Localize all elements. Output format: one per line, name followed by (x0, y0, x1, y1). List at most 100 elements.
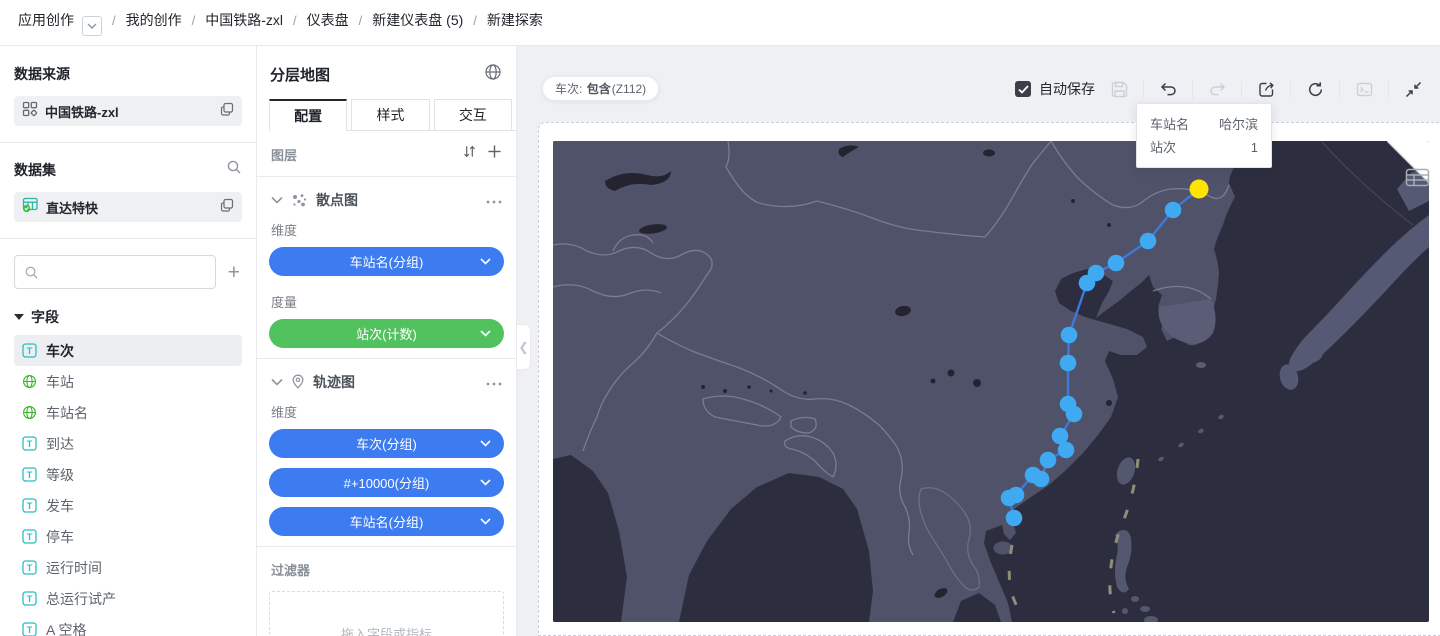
field-item-车站[interactable]: 车站 (14, 366, 242, 397)
field-label: 发车 (46, 496, 74, 516)
dataset-title: 数据集 (14, 160, 56, 180)
autosave-checkbox[interactable] (1015, 81, 1031, 97)
copy-icon[interactable] (220, 198, 234, 217)
field-item-车次[interactable]: T车次 (14, 335, 242, 366)
view-data-icon[interactable] (1405, 168, 1430, 192)
measure-label: 度量 (257, 286, 516, 319)
station-point[interactable] (1061, 327, 1078, 344)
field-search-input[interactable] (14, 255, 216, 289)
field-item-发车[interactable]: T 发车 (14, 490, 242, 521)
tab-config[interactable]: 配置 (269, 99, 347, 131)
filter-drop-zone[interactable]: 拖入字段或指标 (269, 591, 504, 636)
share-button[interactable] (1255, 78, 1277, 100)
datasource-item[interactable]: 中国铁路-zxl (14, 96, 242, 126)
station-point[interactable] (1033, 471, 1050, 488)
filter-chip[interactable]: 车次: 包含(Z112) (542, 76, 659, 101)
field-label: 运行时间 (46, 558, 102, 578)
dataset-item[interactable]: 直达特快 (14, 192, 242, 222)
station-point[interactable] (1006, 510, 1023, 527)
svg-text:T: T (27, 501, 33, 511)
toolbar-separator (1143, 81, 1144, 98)
layer-scatter-header[interactable]: 散点图 (257, 177, 516, 219)
station-point[interactable] (1140, 233, 1157, 250)
breadcrumb-item[interactable]: 我的创作 (126, 12, 182, 28)
field-item-等级[interactable]: T等级 (14, 459, 242, 490)
field-item-停车[interactable]: T停车 (14, 521, 242, 552)
collapse-triangle-icon[interactable] (14, 314, 24, 320)
toolbar-separator (1388, 81, 1389, 98)
undo-button[interactable] (1157, 78, 1179, 100)
chevron-down-icon (480, 479, 491, 486)
add-field-button[interactable]: + (226, 262, 242, 283)
text-field-icon: T (22, 529, 37, 544)
breadcrumb-separator: / (473, 13, 477, 28)
field-item-到达[interactable]: T到达 (14, 428, 242, 459)
chart-config-panel: 分层地图 配置 样式 交互 图层 散点图 (257, 46, 517, 636)
redo-button[interactable] (1206, 78, 1228, 100)
tooltip-value: 哈尔滨 (1219, 113, 1258, 136)
collapse-panel-handle[interactable]: ❮ (517, 324, 531, 370)
station-point-highlighted[interactable] (1190, 180, 1209, 199)
datasource-item-label: 中国铁路-zxl (45, 102, 213, 121)
geo-field-icon (22, 405, 37, 420)
filter-chip-value: (Z112) (612, 82, 646, 96)
fields-title: 字段 (31, 307, 59, 327)
breadcrumb-item[interactable]: 中国铁路-zxl (205, 12, 283, 28)
top-bar: 应用创作/我的创作/中国铁路-zxl/仪表盘/新建仪表盘 (5)/新建探索 (0, 0, 1440, 46)
tab-style[interactable]: 样式 (351, 99, 429, 130)
field-item-车站名[interactable]: 车站名 (14, 397, 242, 428)
chevron-down-icon (271, 378, 283, 386)
station-point[interactable] (1088, 265, 1105, 282)
layer-name: 轨迹图 (313, 372, 478, 392)
copy-icon[interactable] (220, 102, 234, 121)
field-item-总运行试产[interactable]: T总运行试产 (14, 583, 242, 614)
field-item-A 空格[interactable]: TA 空格 (14, 614, 242, 636)
save-button[interactable] (1108, 78, 1130, 100)
pill-车站名(分组)[interactable]: 车站名(分组) (269, 507, 504, 536)
sql-console-button[interactable] (1353, 78, 1375, 100)
layered-map-chart[interactable] (553, 141, 1429, 622)
scatter-dimension-pills: 车站名(分组) (257, 247, 516, 276)
breadcrumb-item[interactable]: 仪表盘 (307, 12, 349, 28)
datasource-title: 数据来源 (14, 64, 242, 84)
station-point[interactable] (1165, 202, 1182, 219)
breadcrumb-item[interactable]: 新建仪表盘 (5) (372, 12, 463, 28)
station-point[interactable] (1040, 452, 1057, 469)
breadcrumb-separator: / (293, 13, 297, 28)
field-item-运行时间[interactable]: T运行时间 (14, 552, 242, 583)
chevron-down-icon (480, 518, 491, 525)
breadcrumb-item[interactable]: 新建探索 (487, 12, 543, 28)
station-point[interactable] (1060, 355, 1077, 372)
app-grid-icon (22, 101, 38, 122)
collapse-button[interactable] (1402, 78, 1424, 100)
layer-track-header[interactable]: 轨迹图 (257, 359, 516, 401)
toolbar-separator (1339, 81, 1340, 98)
station-point[interactable] (1008, 487, 1025, 504)
autosave-label: 自动保存 (1039, 79, 1095, 99)
breadcrumb-dropdown[interactable] (82, 16, 102, 36)
station-point[interactable] (1108, 255, 1125, 272)
tab-interaction[interactable]: 交互 (434, 99, 512, 130)
station-point[interactable] (1060, 396, 1077, 413)
more-options-icon[interactable] (486, 191, 502, 209)
pill-站次(计数)[interactable]: 站次(计数) (269, 319, 504, 348)
svg-text:T: T (27, 470, 33, 480)
canvas-toolbar: 自动保存 (1015, 72, 1424, 106)
field-list: T车次车站车站名T到达T等级T发车T停车T运行时间T总运行试产TA 空格 (14, 335, 242, 636)
sort-layers-icon[interactable] (462, 144, 477, 164)
pill-#+10000(分组)[interactable]: #+10000(分组) (269, 468, 504, 497)
add-layer-icon[interactable] (487, 144, 502, 164)
tooltip-label: 站次 (1150, 136, 1176, 159)
map-widget-card[interactable] (538, 122, 1440, 636)
pill-车次(分组)[interactable]: 车次(分组) (269, 429, 504, 458)
pill-车站名(分组)[interactable]: 车站名(分组) (269, 247, 504, 276)
breadcrumb-separator: / (359, 13, 363, 28)
station-point[interactable] (1052, 428, 1069, 445)
more-options-icon[interactable] (486, 373, 502, 391)
breadcrumb-item[interactable]: 应用创作 (18, 12, 74, 28)
field-label: 车站 (46, 372, 74, 392)
globe-chart-switch-icon[interactable] (484, 63, 502, 86)
search-icon[interactable] (226, 159, 242, 180)
geo-field-icon (22, 374, 37, 389)
refresh-button[interactable] (1304, 78, 1326, 100)
